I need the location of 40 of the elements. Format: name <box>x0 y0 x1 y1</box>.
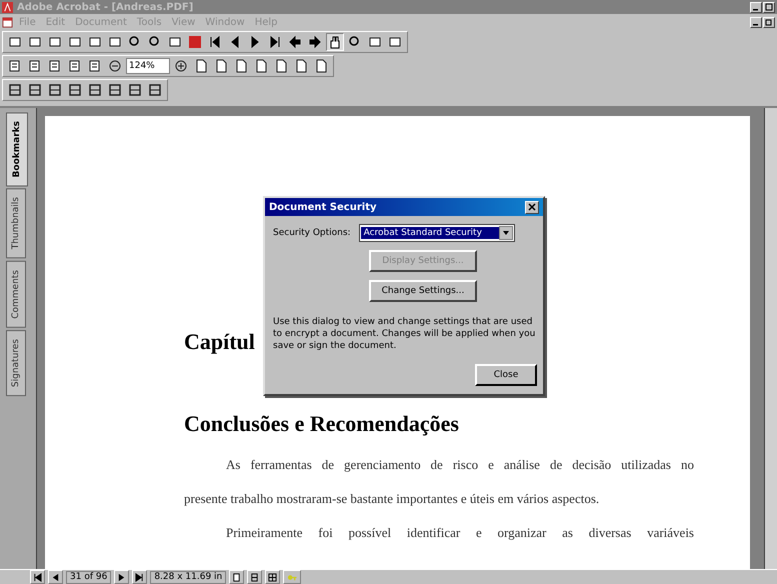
option-label: Security Options: <box>273 228 351 238</box>
dialog-title: Document Security <box>269 202 376 212</box>
restore-button[interactable] <box>763 16 775 28</box>
last-page-icon[interactable] <box>132 570 148 584</box>
continuous-page-icon[interactable] <box>247 570 262 584</box>
next-page-icon[interactable] <box>114 570 130 584</box>
body-text-line: As ferramentas de gerenciamento de risco e análise de decisão utilizadas no <box>225 457 694 473</box>
side-tab[interactable]: Bookmarks <box>6 112 28 186</box>
section-heading: Conclusões e Recomendações <box>184 411 459 437</box>
side-tab[interactable]: Comments <box>6 260 26 328</box>
restore-icon <box>765 18 773 26</box>
window-title: Adobe Acrobat - [Andreas.PDF] <box>17 2 194 12</box>
app-icon <box>2 2 13 12</box>
close-button[interactable] <box>525 200 539 214</box>
body-text-line: presente trabalho mostraram-se bastante importantes e úteis em vários aspectos. <box>184 491 600 507</box>
key-icon[interactable] <box>283 570 302 584</box>
minimize-button[interactable] <box>750 16 762 28</box>
facing-pages-icon[interactable] <box>265 570 280 584</box>
body-text-line: Primeiramente foi possível identificar e organizar as diversas variáveis <box>225 525 694 541</box>
chapter-heading: Capítul <box>184 329 255 355</box>
document-icon <box>2 16 13 28</box>
zoom-field[interactable]: 124% <box>126 58 170 74</box>
page-size-field: 8.28 x 11.69 in <box>150 570 226 584</box>
close-icon <box>528 203 536 211</box>
page-number-field[interactable]: 31 of 96 <box>66 570 112 584</box>
side-tab[interactable]: Signatures <box>6 330 26 396</box>
side-tab[interactable]: Thumbnails <box>6 188 26 259</box>
dialog-description: Use this dialog to view and change settings that are used to encrypt a document. Changes will be applied when you save or sign the document. <box>273 316 536 352</box>
previous-page-icon[interactable] <box>48 570 63 584</box>
security-dropdown[interactable]: Acrobat Standard Security <box>358 224 515 242</box>
single-page-icon[interactable] <box>229 570 244 584</box>
vertical-scrollbar[interactable] <box>764 108 777 569</box>
close-button[interactable]: Close <box>475 364 537 386</box>
hand-icon[interactable] <box>326 33 344 51</box>
dropdown-icon <box>498 226 513 240</box>
first-page-icon[interactable] <box>30 570 45 584</box>
maximize-button[interactable] <box>763 2 775 12</box>
minimize-button[interactable] <box>750 2 762 12</box>
maximize-icon <box>765 3 773 11</box>
settings-button[interactable]: Change Settings... <box>369 280 477 302</box>
